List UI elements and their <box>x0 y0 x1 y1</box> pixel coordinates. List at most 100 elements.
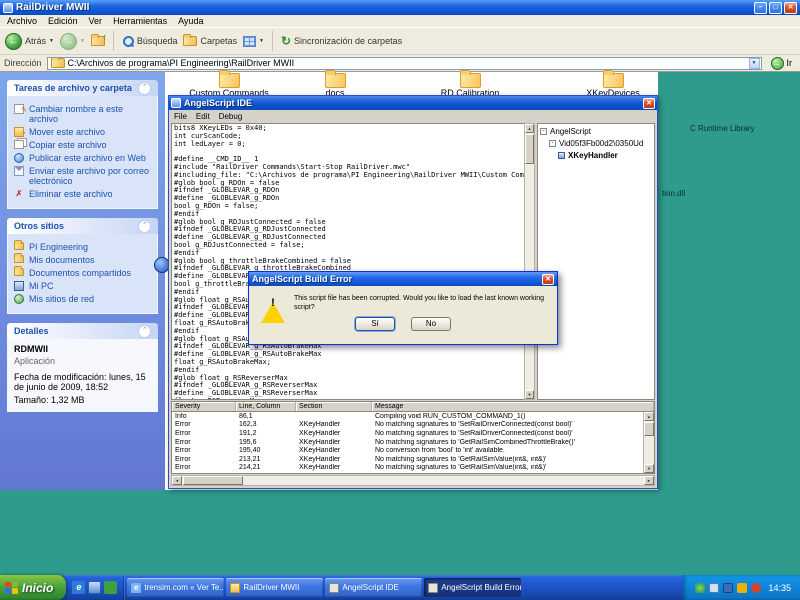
menu-edicion[interactable]: Edición <box>48 16 78 26</box>
close-button[interactable]: ✕ <box>784 2 797 14</box>
taskbar-item-raildriver[interactable]: RailDriver MWII <box>226 578 323 597</box>
scroll-right-icon[interactable]: ► <box>644 476 654 485</box>
dialog-close-button[interactable]: ✕ <box>542 274 554 285</box>
error-row[interactable]: Error162,3XKeyHandlerNo matching signatu… <box>172 421 643 430</box>
error-row[interactable]: Info86,1Compiling void RUN_CUSTOM_COMMAN… <box>172 412 643 421</box>
column-message[interactable]: Message <box>372 402 654 411</box>
collapse-icon[interactable]: - <box>549 140 556 147</box>
task-delete[interactable]: ✗Eliminar este archivo <box>14 189 151 199</box>
error-row[interactable]: Error214,21XKeyHandlerNo matching signat… <box>172 464 643 473</box>
scroll-up-icon[interactable]: ▲ <box>525 124 534 133</box>
column-line-column[interactable]: Line, Column <box>236 402 296 411</box>
explorer-titlebar[interactable]: RailDriver MWII – □ ✕ <box>0 0 800 15</box>
file-tasks-header[interactable]: Tareas de archivo y carpeta ˆ <box>7 80 158 96</box>
error-row[interactable]: Error191,2XKeyHandlerNo matching signatu… <box>172 429 643 438</box>
scroll-track[interactable] <box>644 421 654 464</box>
minimize-button[interactable]: – <box>754 2 767 14</box>
taskbar-item-browser[interactable]: e trensim.com « Ver Te... <box>127 578 224 597</box>
forward-button[interactable]: → ▼ <box>60 33 85 50</box>
menu-herramientas[interactable]: Herramientas <box>113 16 167 26</box>
code-editor[interactable]: bits8 XKeyLEDs = 0x40;int curScanCode;in… <box>171 123 524 400</box>
error-cell: Error <box>172 464 236 471</box>
place-pi-engineering[interactable]: PI Engineering <box>14 242 151 252</box>
messenger-icon[interactable] <box>737 583 747 593</box>
error-scrollbar[interactable]: ▲ ▼ <box>643 412 654 473</box>
task-rename[interactable]: Cambiar nombre a este archivo <box>14 104 151 124</box>
back-button[interactable]: ← Atrás ▼ <box>5 33 54 50</box>
no-button[interactable]: No <box>411 317 451 331</box>
scroll-track[interactable] <box>525 133 534 390</box>
scroll-up-icon[interactable]: ▲ <box>644 412 654 421</box>
status-icon[interactable] <box>751 583 761 593</box>
dialog-body: ! This script file has been corrupted. W… <box>249 286 557 313</box>
back-dropdown-icon[interactable]: ▼ <box>49 38 54 44</box>
clock[interactable]: 14:35 <box>768 583 791 593</box>
scroll-thumb[interactable] <box>183 476 243 485</box>
tree-device[interactable]: - Vid05f3Fb00d2\0350Ud <box>549 139 652 148</box>
address-input[interactable]: C:\Archivos de programa\PI Engineering\R… <box>47 57 762 70</box>
collapse-icon[interactable]: - <box>540 128 547 135</box>
tree-handler[interactable]: XKeyHandler <box>558 151 652 160</box>
ide-menu-debug[interactable]: Debug <box>219 112 243 121</box>
column-section[interactable]: Section <box>296 402 372 411</box>
internet-explorer-icon[interactable]: e <box>72 581 85 594</box>
collapse-chevron-icon[interactable]: ˆ <box>138 220 151 233</box>
security-shield-icon[interactable] <box>695 583 705 593</box>
search-button[interactable]: Búsqueda <box>122 35 178 47</box>
tree-root[interactable]: - AngelScript <box>540 127 652 136</box>
details-header[interactable]: Detalles ˆ <box>7 323 158 339</box>
copy-icon <box>14 140 24 149</box>
explorer-app-icon <box>3 3 13 13</box>
menu-archivo[interactable]: Archivo <box>7 16 37 26</box>
menu-ver[interactable]: Ver <box>89 16 103 26</box>
up-button[interactable]: ↑ <box>91 36 105 46</box>
error-row[interactable]: Error213,21XKeyHandlerNo matching signat… <box>172 455 643 464</box>
show-desktop-icon[interactable] <box>88 581 101 594</box>
taskbar-item-angelscript-ide[interactable]: AngelScript IDE <box>325 578 422 597</box>
ide-titlebar[interactable]: AngelScript IDE ✕ <box>169 96 657 110</box>
yes-button[interactable]: Sí <box>355 317 395 331</box>
error-row[interactable]: Error195,40XKeyHandlerNo conversion from… <box>172 446 643 455</box>
task-email[interactable]: Enviar este archivo por correo electróni… <box>14 166 151 186</box>
folders-button[interactable]: Carpetas <box>183 36 237 46</box>
address-dropdown-icon[interactable]: ▼ <box>749 58 760 69</box>
scroll-track[interactable] <box>182 476 644 485</box>
quick-launch-icon[interactable] <box>104 581 117 594</box>
column-severity[interactable]: Severity <box>172 402 236 411</box>
search-label: Búsqueda <box>137 36 178 46</box>
collapse-chevron-icon[interactable]: ˆ <box>138 82 151 95</box>
menu-ayuda[interactable]: Ayuda <box>178 16 203 26</box>
task-copy[interactable]: Copiar este archivo <box>14 140 151 150</box>
place-documentos-compartidos[interactable]: Documentos compartidos <box>14 268 151 278</box>
scroll-left-icon[interactable]: ◄ <box>172 476 182 485</box>
network-icon[interactable] <box>723 583 733 593</box>
go-button[interactable]: → Ir <box>767 57 797 70</box>
ide-close-button[interactable]: ✕ <box>643 98 655 109</box>
error-row[interactable]: Error195,6XKeyHandlerNo matching signatu… <box>172 438 643 447</box>
ide-menu-edit[interactable]: Edit <box>196 112 210 121</box>
views-button[interactable]: ▼ <box>243 36 264 47</box>
task-publish[interactable]: Publicar este archivo en Web <box>14 153 151 163</box>
other-places-header[interactable]: Otros sitios ˆ <box>7 218 158 234</box>
scroll-down-icon[interactable]: ▼ <box>644 464 654 473</box>
scroll-thumb[interactable] <box>644 422 654 436</box>
place-mis-documentos[interactable]: Mis documentos <box>14 255 151 265</box>
taskbar-item-build-error[interactable]: AngelScript Build Error <box>424 578 521 597</box>
ide-horizontal-scrollbar[interactable]: ◄ ► <box>171 475 655 486</box>
scroll-down-icon[interactable]: ▼ <box>525 390 534 399</box>
ide-menu-file[interactable]: File <box>174 112 187 121</box>
start-button[interactable]: Inicio <box>0 575 66 600</box>
collapse-chevron-icon[interactable]: ˆ <box>138 325 151 338</box>
dialog-titlebar[interactable]: AngelScript Build Error ✕ <box>249 272 557 286</box>
file-size: Tamaño: 1,32 MB <box>14 395 151 405</box>
sync-button[interactable]: ↻ Sincronización de carpetas <box>281 35 402 47</box>
task-move[interactable]: Mover este archivo <box>14 127 151 137</box>
window-icon <box>428 583 438 593</box>
maximize-button[interactable]: □ <box>769 2 782 14</box>
place-mi-pc[interactable]: Mi PC <box>14 281 151 291</box>
editor-scrollbar[interactable]: ▲ ▼ <box>524 123 535 400</box>
scroll-thumb[interactable] <box>525 134 534 164</box>
volume-icon[interactable] <box>709 583 719 593</box>
place-mis-sitios-de-red[interactable]: Mis sitios de red <box>14 294 151 304</box>
forward-dropdown-icon: ▼ <box>80 38 85 44</box>
